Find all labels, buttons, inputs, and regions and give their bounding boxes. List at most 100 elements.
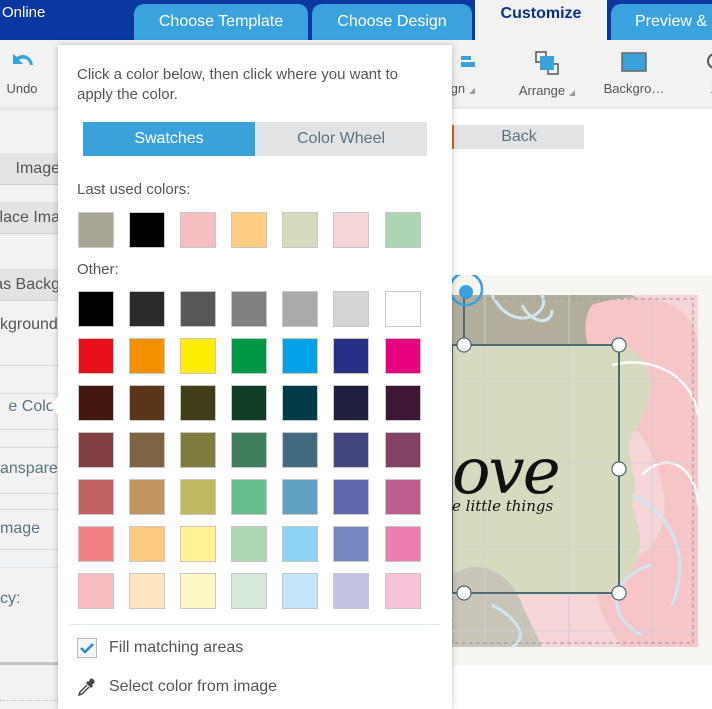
other-swatches <box>78 291 421 609</box>
color-swatch[interactable] <box>333 385 370 421</box>
color-swatch[interactable] <box>129 479 166 515</box>
color-swatch[interactable] <box>180 573 217 609</box>
last-used-swatch[interactable] <box>180 212 217 248</box>
last-used-swatch[interactable] <box>333 212 370 248</box>
color-swatch[interactable] <box>231 526 268 562</box>
color-swatch[interactable] <box>384 526 421 562</box>
color-swatch[interactable] <box>333 291 370 327</box>
select-from-image-label: Select color from image <box>109 678 278 695</box>
color-swatch[interactable] <box>282 573 319 609</box>
color-swatch[interactable] <box>231 479 268 515</box>
tab-swatches[interactable]: Swatches <box>83 122 255 156</box>
color-swatch[interactable] <box>78 573 114 609</box>
divider <box>0 429 60 430</box>
color-swatch[interactable] <box>180 526 217 562</box>
color-swatch[interactable] <box>384 479 421 515</box>
color-swatch[interactable] <box>129 338 166 374</box>
sidebar-item-label: cy: <box>0 590 21 607</box>
tab-customize[interactable]: Customize <box>475 0 607 40</box>
color-swatch[interactable] <box>384 338 421 374</box>
fill-matching-option[interactable]: Fill matching areas <box>77 638 243 658</box>
last-used-swatch[interactable] <box>231 212 268 248</box>
color-swatch[interactable] <box>282 432 319 468</box>
color-swatch[interactable] <box>384 573 421 609</box>
color-swatch[interactable] <box>384 291 421 327</box>
select-from-image-option[interactable]: Select color from image <box>77 677 277 697</box>
sidebar-item-replace-image[interactable]: lace Ima <box>0 202 60 234</box>
color-swatch[interactable] <box>180 432 217 468</box>
color-swatch[interactable] <box>180 479 217 515</box>
color-swatch[interactable] <box>282 385 319 421</box>
checkmark-icon <box>80 643 94 654</box>
divider <box>0 109 60 110</box>
undo-icon <box>13 54 33 65</box>
color-swatch[interactable] <box>129 291 166 327</box>
color-swatch[interactable] <box>78 526 114 562</box>
sidebar-item-image[interactable]: Image <box>0 153 60 185</box>
color-swatch[interactable] <box>180 291 217 327</box>
color-swatch[interactable] <box>231 385 268 421</box>
color-picker-popup: Click a color below, then click where yo… <box>49 45 452 709</box>
last-used-swatch[interactable] <box>129 212 166 248</box>
color-swatch[interactable] <box>78 385 114 421</box>
divider <box>0 700 60 701</box>
color-swatch[interactable] <box>384 385 421 421</box>
color-swatch[interactable] <box>333 338 370 374</box>
color-swatch[interactable] <box>231 338 268 374</box>
background-icon <box>621 52 647 72</box>
fill-matching-label: Fill matching areas <box>109 639 244 656</box>
tab-preview[interactable]: Preview & <box>611 4 712 40</box>
last-used-swatch[interactable] <box>384 212 421 248</box>
design-subtext: e little things <box>452 497 554 515</box>
color-swatch[interactable] <box>78 479 114 515</box>
last-used-swatch[interactable] <box>282 212 319 248</box>
divider <box>70 624 439 625</box>
color-swatch[interactable] <box>282 291 319 327</box>
sidebar-item-image-option[interactable]: mage <box>0 513 60 545</box>
sidebar-item-label: Image <box>15 160 60 177</box>
color-swatch[interactable] <box>78 291 114 327</box>
sidebar-item-background-alignment[interactable]: kground A <box>0 309 60 341</box>
tab-color-wheel[interactable]: Color Wheel <box>255 122 427 156</box>
undo-button[interactable]: Undo <box>2 50 42 96</box>
color-swatch[interactable] <box>333 573 370 609</box>
last-used-swatch[interactable] <box>78 212 114 248</box>
undo-label: Undo <box>6 81 38 96</box>
color-swatch[interactable] <box>129 573 166 609</box>
color-swatch[interactable] <box>231 573 268 609</box>
color-swatch[interactable] <box>180 338 217 374</box>
sidebar-item-label: ansparen <box>0 460 60 477</box>
arrange-button[interactable]: Arrange <box>516 50 578 98</box>
color-swatch[interactable] <box>282 479 319 515</box>
color-swatch[interactable] <box>129 526 166 562</box>
arrange-label: Arrange <box>518 83 566 98</box>
color-swatch[interactable] <box>231 432 268 468</box>
tab-choose-template[interactable]: Choose Template <box>134 4 308 40</box>
slider-track[interactable] <box>0 662 60 665</box>
background-button[interactable]: Backgro… <box>598 50 670 96</box>
design-canvas[interactable]: ove e little things <box>452 275 712 665</box>
sidebar-item-label: as Backg <box>0 276 60 293</box>
color-swatch[interactable] <box>333 432 370 468</box>
color-swatch[interactable] <box>129 385 166 421</box>
color-swatch[interactable] <box>282 338 319 374</box>
zoom-button[interactable]: Z <box>700 50 712 96</box>
sidebar-item-transparency[interactable]: ansparen <box>0 453 60 485</box>
color-swatch[interactable] <box>333 479 370 515</box>
sidebar-item-use-as-background[interactable]: as Backg <box>0 269 60 301</box>
color-swatch[interactable] <box>78 432 114 468</box>
color-swatch[interactable] <box>129 432 166 468</box>
other-colors-label: Other: <box>77 261 119 278</box>
fill-matching-checkbox[interactable] <box>77 638 97 658</box>
divider <box>0 447 60 448</box>
color-swatch[interactable] <box>384 432 421 468</box>
top-header: Online Choose Template Choose Design Cus… <box>0 0 712 40</box>
color-swatch[interactable] <box>231 291 268 327</box>
background-label: Backgro… <box>603 81 665 96</box>
back-button[interactable]: Back <box>452 125 584 149</box>
color-swatch[interactable] <box>282 526 319 562</box>
color-swatch[interactable] <box>78 338 114 374</box>
tab-choose-design[interactable]: Choose Design <box>312 4 472 40</box>
color-swatch[interactable] <box>333 526 370 562</box>
color-swatch[interactable] <box>180 385 217 421</box>
